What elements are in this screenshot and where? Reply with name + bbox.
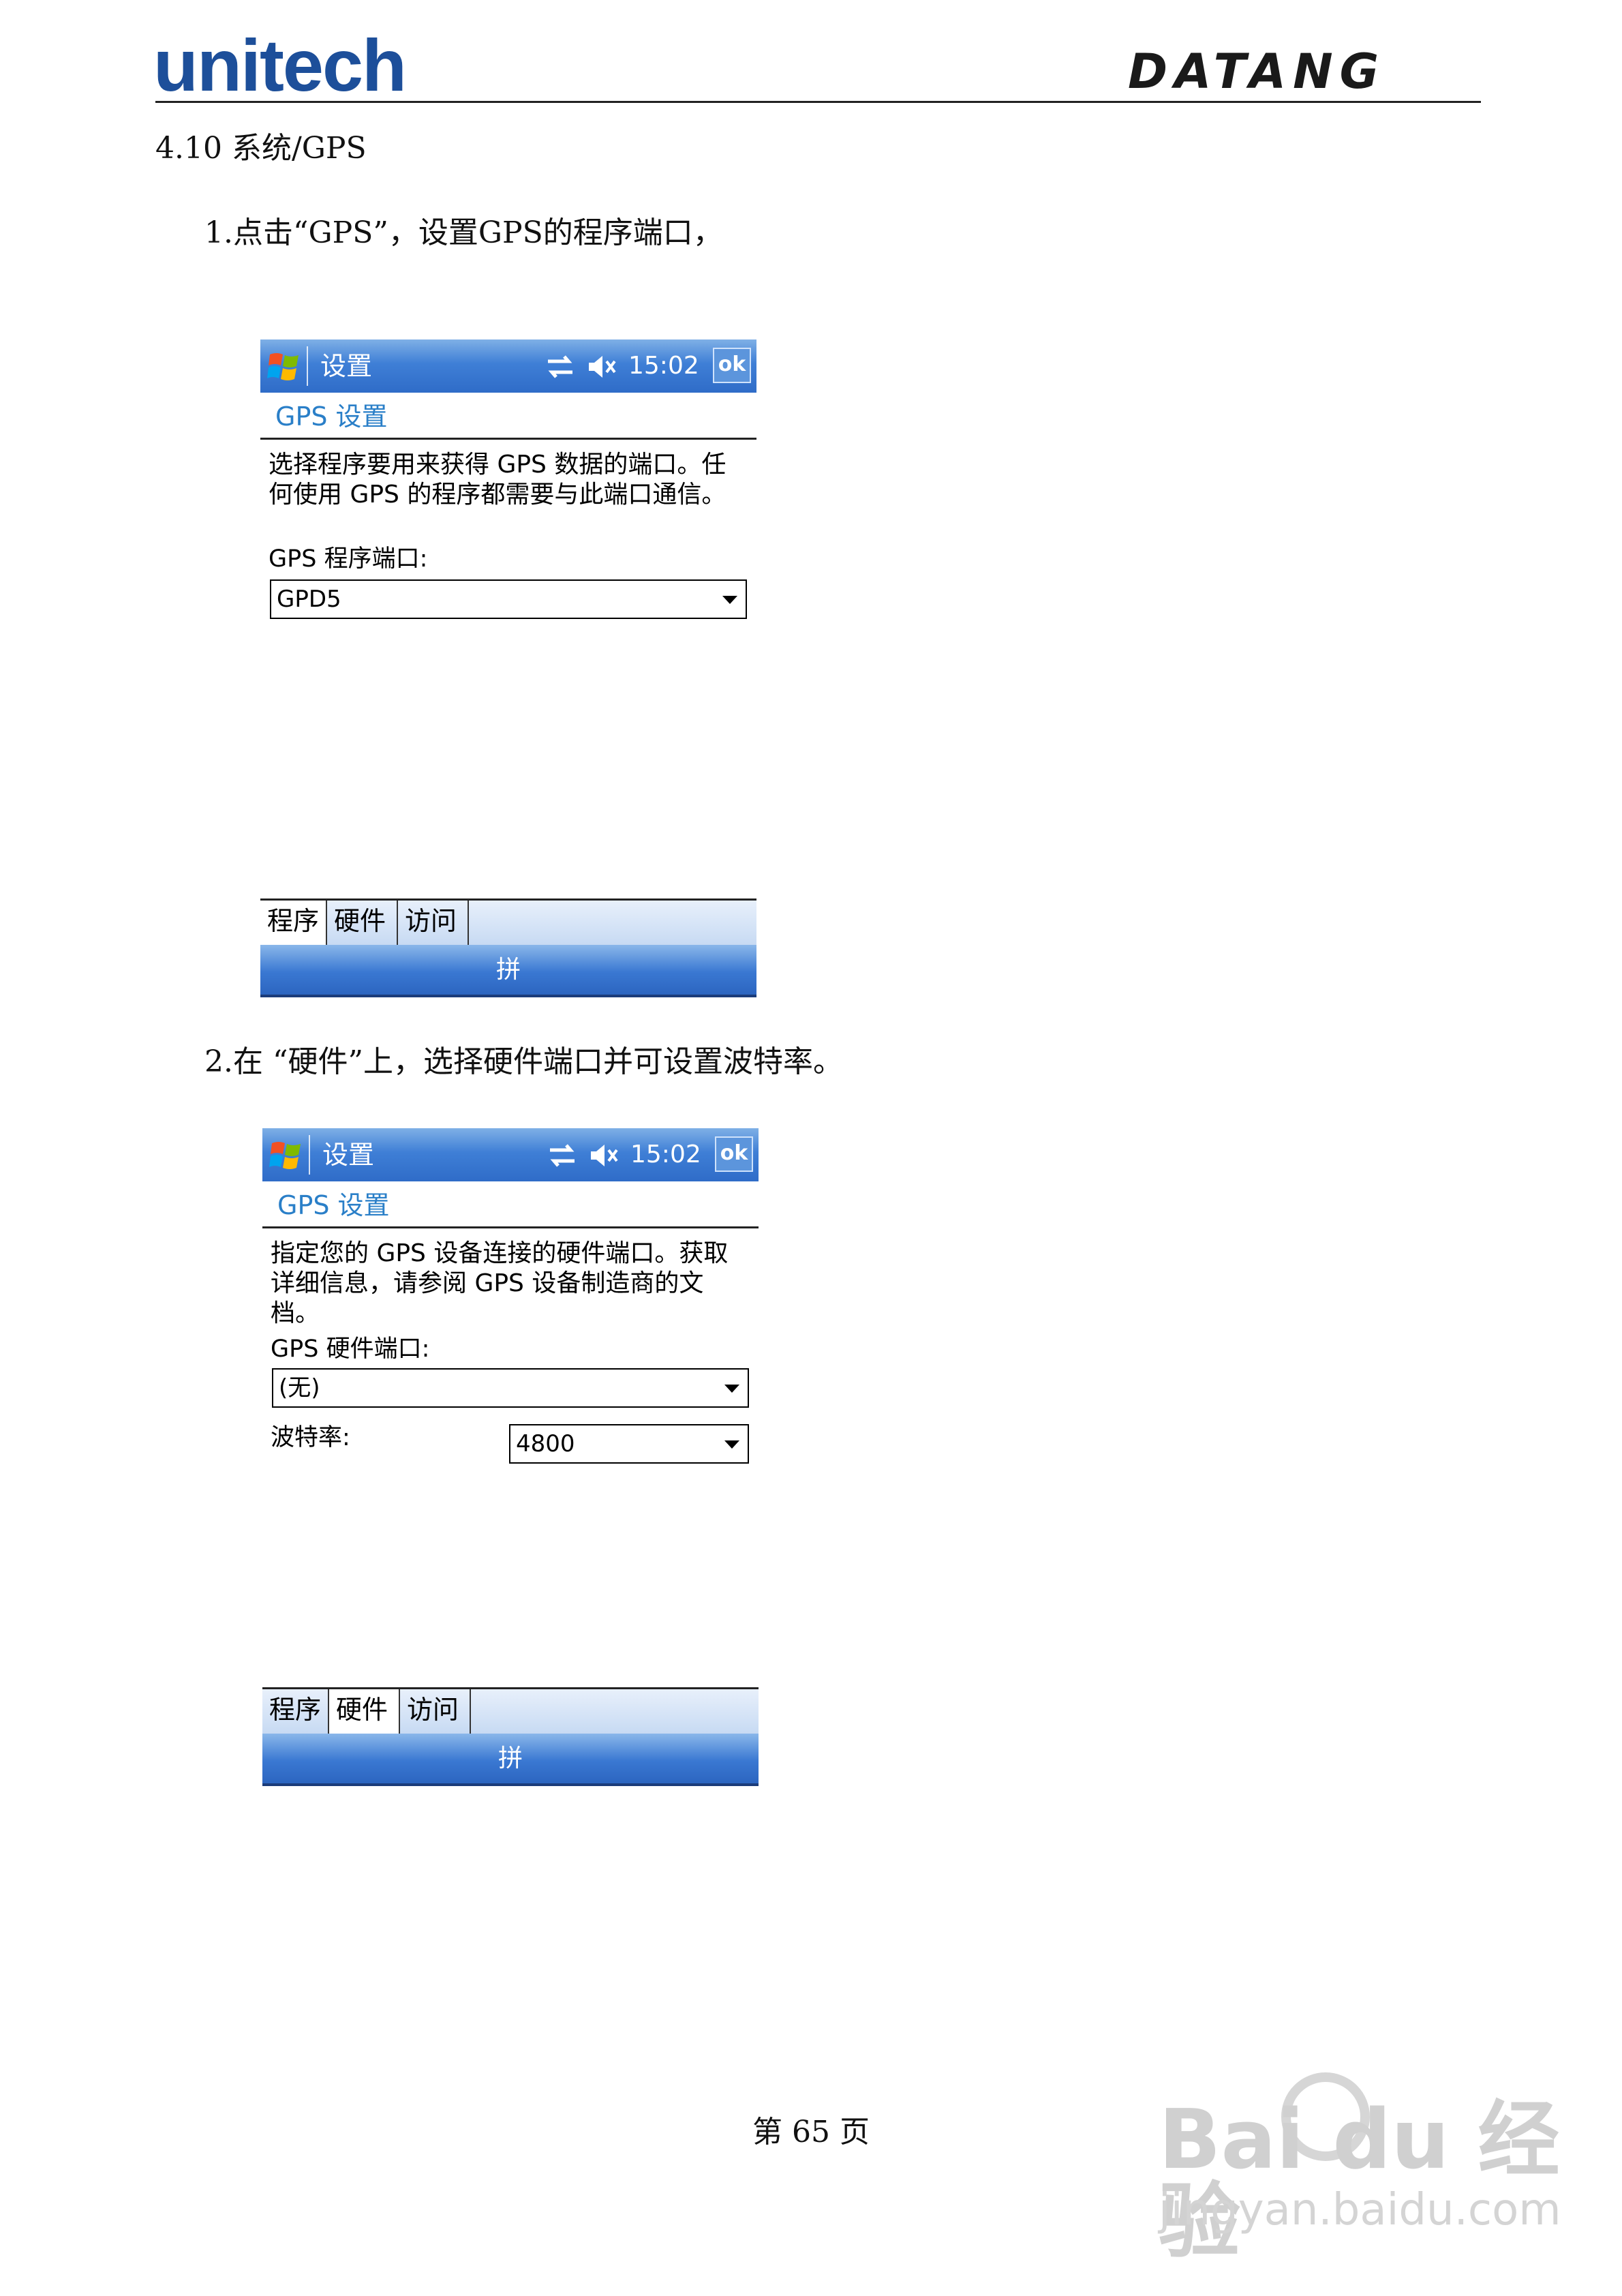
window-title: 设置 bbox=[320, 351, 373, 381]
section-title: 4.10 系统/GPS bbox=[155, 131, 367, 166]
tab-program[interactable]: 程序 bbox=[260, 901, 327, 945]
tab-bar: 程序 硬件 访问 bbox=[260, 898, 756, 945]
ok-button[interactable]: ok bbox=[715, 1136, 753, 1172]
hardware-port-value: (无) bbox=[279, 1374, 320, 1402]
ok-button[interactable]: ok bbox=[713, 348, 751, 383]
tab-hardware[interactable]: 硬件 bbox=[329, 1689, 400, 1734]
windows-start-icon[interactable] bbox=[269, 1138, 303, 1172]
watermark-url: jingyan.baidu.com bbox=[1159, 2185, 1561, 2235]
input-panel-bar: 拼 bbox=[260, 945, 756, 997]
connectivity-icon[interactable] bbox=[547, 1142, 577, 1169]
tab-access[interactable]: 访问 bbox=[398, 901, 469, 945]
heading-divider bbox=[260, 438, 756, 440]
pocketpc-screen-hardware-port: 设置 15:02 ok GPS 设置 指定您的 GPS 设备连接的硬件端口。获取… bbox=[262, 1128, 759, 1786]
window-title: 设置 bbox=[322, 1140, 375, 1170]
clock[interactable]: 15:02 bbox=[630, 1138, 701, 1172]
step-1-text: 1.点击“GPS”，设置GPS的程序端口， bbox=[204, 215, 723, 250]
step-2-text: 2.在 “硬件”上，选择硬件端口并可设置波特率。 bbox=[204, 1044, 843, 1079]
tab-hardware[interactable]: 硬件 bbox=[327, 901, 398, 945]
description-text: 指定您的 GPS 设备连接的硬件端口。获取详细信息，请参阅 GPS 设备制造商的… bbox=[271, 1239, 729, 1327]
hardware-port-select[interactable]: (无) bbox=[272, 1368, 749, 1408]
dropdown-arrow-icon bbox=[724, 1385, 739, 1393]
connectivity-icon[interactable] bbox=[545, 353, 575, 380]
page-heading: GPS 设置 bbox=[277, 1190, 390, 1220]
program-port-label: GPS 程序端口: bbox=[269, 545, 428, 573]
baud-rate-value: 4800 bbox=[516, 1430, 575, 1457]
unitech-logo: unitech bbox=[153, 24, 407, 106]
tab-bar: 程序 硬件 访问 bbox=[262, 1687, 759, 1734]
title-bar: 设置 15:02 ok bbox=[262, 1128, 759, 1181]
dropdown-arrow-icon bbox=[722, 596, 737, 604]
windows-start-icon[interactable] bbox=[267, 349, 301, 383]
heading-divider bbox=[262, 1226, 759, 1228]
clock[interactable]: 15:02 bbox=[628, 349, 699, 383]
input-panel-bar: 拼 bbox=[262, 1734, 759, 1786]
speaker-muted-icon[interactable] bbox=[586, 353, 617, 380]
tab-access[interactable]: 访问 bbox=[400, 1689, 471, 1734]
speaker-muted-icon[interactable] bbox=[588, 1142, 619, 1169]
page-heading: GPS 设置 bbox=[275, 402, 388, 432]
title-separator bbox=[307, 346, 308, 386]
dropdown-arrow-icon bbox=[724, 1440, 739, 1449]
baud-rate-label: 波特率: bbox=[271, 1424, 350, 1451]
description-text: 选择程序要用来获得 GPS 数据的端口。任何使用 GPS 的程序都需要与此端口通… bbox=[269, 451, 726, 509]
program-port-value: GPD5 bbox=[277, 586, 341, 613]
pocketpc-screen-program-port: 设置 15:02 ok GPS 设置 选择程序要用来获得 GPS 数据的端口。任… bbox=[260, 339, 756, 997]
input-method-button[interactable]: 拼 bbox=[260, 953, 756, 987]
title-separator bbox=[309, 1135, 310, 1175]
baud-rate-select[interactable]: 4800 bbox=[509, 1424, 749, 1464]
datang-logo: DATANG bbox=[1128, 44, 1386, 100]
title-bar: 设置 15:02 ok bbox=[260, 339, 756, 393]
header-divider bbox=[155, 101, 1481, 103]
input-method-button[interactable]: 拼 bbox=[262, 1742, 759, 1776]
program-port-select[interactable]: GPD5 bbox=[270, 579, 747, 619]
watermark-logo: Bai du 经验 bbox=[1159, 2093, 1560, 2269]
hardware-port-label: GPS 硬件端口: bbox=[271, 1335, 430, 1363]
tab-program[interactable]: 程序 bbox=[262, 1689, 329, 1734]
